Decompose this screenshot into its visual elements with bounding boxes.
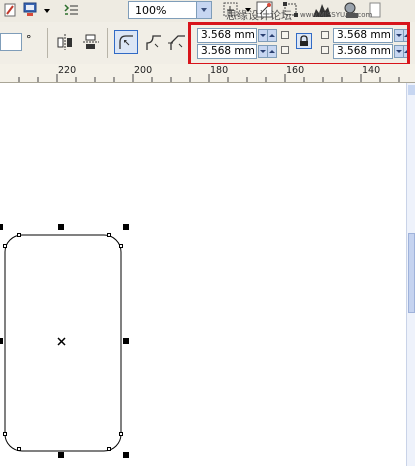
horizontal-ruler[interactable]: 220 200 180 160 140 xyxy=(0,64,415,83)
options-list-icon[interactable] xyxy=(62,2,80,19)
rounded-rectangle[interactable] xyxy=(0,226,140,460)
separator xyxy=(47,28,48,58)
zoom-level-value: 100% xyxy=(135,4,167,17)
corner-node[interactable] xyxy=(107,447,111,451)
application-launcher-icon[interactable] xyxy=(22,2,40,18)
corner-node[interactable] xyxy=(17,447,21,451)
watermark-url: www.MISSYUAN.com xyxy=(300,11,373,19)
separator xyxy=(107,28,108,58)
mirror-horizontal-icon[interactable] xyxy=(56,33,74,51)
scrollbar-thumb[interactable] xyxy=(408,233,415,313)
watermark-text: 思缘设计论坛 xyxy=(226,9,292,22)
corner-node[interactable] xyxy=(107,233,111,237)
selection-handle-top-left[interactable] xyxy=(0,224,3,230)
ruler-label: 160 xyxy=(286,65,305,76)
corner-node[interactable] xyxy=(119,432,123,436)
vertical-scrollbar[interactable] xyxy=(406,83,415,466)
scroll-up-button[interactable] xyxy=(408,85,415,95)
ruler-label: 220 xyxy=(58,65,77,76)
round-corner-icon[interactable] xyxy=(114,30,138,54)
chevron-down-icon[interactable] xyxy=(42,6,52,16)
selection-handle-top[interactable] xyxy=(58,224,64,230)
zoom-level-select[interactable]: 100% xyxy=(128,1,212,19)
corner-node[interactable] xyxy=(3,432,7,436)
ruler-label: 180 xyxy=(210,65,229,76)
chamfer-corner-icon[interactable] xyxy=(166,31,188,53)
selection-handle-left[interactable] xyxy=(0,338,3,344)
corner-node[interactable] xyxy=(119,244,123,248)
selection-handle-right[interactable] xyxy=(123,338,129,344)
mirror-vertical-icon[interactable] xyxy=(82,33,100,51)
highlight-box xyxy=(188,22,410,66)
corner-node[interactable] xyxy=(17,233,21,237)
selection-handle-bottom[interactable] xyxy=(58,452,64,458)
edit-icon[interactable] xyxy=(4,2,18,18)
center-x-icon[interactable] xyxy=(57,337,66,346)
scallop-corner-icon[interactable] xyxy=(142,31,164,53)
selection-handle-top-right[interactable] xyxy=(123,224,129,230)
degree-label: ° xyxy=(26,33,32,46)
chevron-down-icon[interactable] xyxy=(196,2,211,18)
ruler-label: 200 xyxy=(134,65,153,76)
standard-toolbar: 100% 思缘设计论坛 www.MISSYUAN.com xyxy=(0,0,415,23)
ruler-label: 140 xyxy=(362,65,381,76)
selection-handle-bottom-right[interactable] xyxy=(123,452,129,458)
rotation-angle-field[interactable] xyxy=(0,33,22,51)
corner-node[interactable] xyxy=(3,244,7,248)
